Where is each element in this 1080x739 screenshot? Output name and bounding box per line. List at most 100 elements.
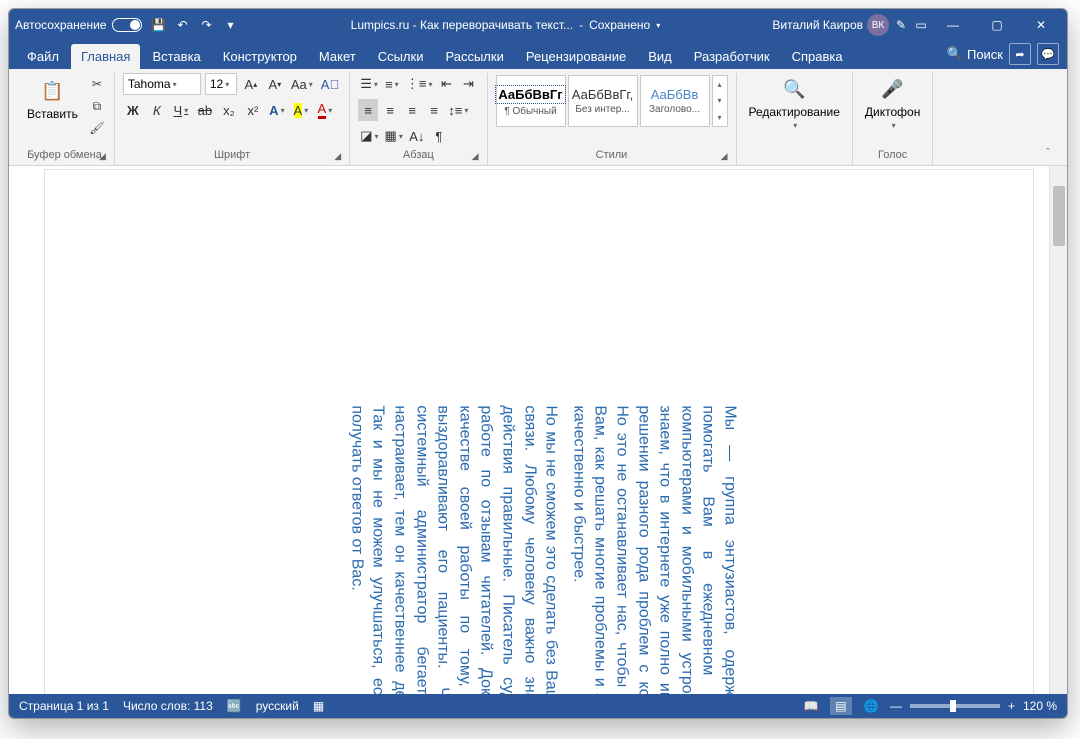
- font-color-button[interactable]: A▾: [315, 99, 335, 121]
- font-size-select[interactable]: 12▾: [205, 73, 237, 95]
- undo-icon[interactable]: ↶: [174, 17, 190, 33]
- line-spacing-button[interactable]: ↕≡▾: [446, 99, 470, 121]
- user-avatar[interactable]: ВК: [867, 14, 889, 36]
- align-center-button[interactable]: ≡: [380, 99, 400, 121]
- multilevel-button[interactable]: ⋮≡▾: [404, 73, 435, 95]
- copy-button[interactable]: ⧉: [88, 97, 106, 115]
- ribbon: 📋 Вставить ✂ ⧉ 🖌 Буфер обмена◢ Tahoma▾ 1…: [9, 69, 1067, 166]
- clear-format-button[interactable]: A⃠: [319, 73, 341, 95]
- highlight-button[interactable]: A▾: [291, 99, 311, 121]
- increase-indent-button[interactable]: ⇥: [459, 73, 479, 95]
- macro-icon[interactable]: ▦: [313, 699, 324, 713]
- italic-button[interactable]: К: [147, 99, 167, 121]
- underline-button[interactable]: Ч▾: [171, 99, 191, 121]
- scrollbar-thumb[interactable]: [1053, 186, 1065, 246]
- tab-developer[interactable]: Разработчик: [684, 44, 780, 69]
- ribbon-display-icon[interactable]: ▭: [913, 17, 929, 33]
- clipboard-launcher[interactable]: ◢: [99, 151, 106, 162]
- saved-status[interactable]: Сохранено: [589, 18, 650, 32]
- close-button[interactable]: ✕: [1021, 9, 1061, 41]
- paste-button[interactable]: 📋 Вставить: [23, 75, 82, 123]
- title-bar: Автосохранение 💾 ↶ ↷ ▾ Lumpics.ru - Как …: [9, 9, 1067, 41]
- editing-button[interactable]: 🔍 Редактирование ▾: [745, 73, 844, 132]
- superscript-button[interactable]: x²: [243, 99, 263, 121]
- show-marks-button[interactable]: ¶: [429, 125, 449, 147]
- minimize-button[interactable]: —: [933, 9, 973, 41]
- group-editing: 🔍 Редактирование ▾: [737, 73, 853, 165]
- style-no-spacing[interactable]: АаБбВвГг, Без интер...: [568, 75, 638, 127]
- drawing-icon[interactable]: ✎: [893, 17, 909, 33]
- borders-button[interactable]: ▦▾: [383, 125, 405, 147]
- group-clipboard: 📋 Вставить ✂ ⧉ 🖌 Буфер обмена◢: [15, 73, 115, 165]
- collapse-ribbon-button[interactable]: ˆ: [1035, 147, 1061, 159]
- tab-mailings[interactable]: Рассылки: [435, 44, 513, 69]
- strike-button[interactable]: ab: [195, 99, 215, 121]
- qat-customize-icon[interactable]: ▾: [222, 17, 238, 33]
- sort-button[interactable]: A↓: [407, 125, 427, 147]
- language-indicator[interactable]: русский: [256, 699, 299, 713]
- tab-view[interactable]: Вид: [638, 44, 682, 69]
- grow-font-button[interactable]: A▴: [241, 73, 261, 95]
- saved-dropdown-icon[interactable]: ▾: [656, 21, 660, 30]
- share-button[interactable]: ➦: [1009, 43, 1031, 65]
- comments-button[interactable]: 💬: [1037, 43, 1059, 65]
- shading-button[interactable]: ◪▾: [358, 125, 380, 147]
- user-name[interactable]: Виталий Каиров: [772, 18, 863, 32]
- document-area[interactable]: Мы — группа энтузиастов, одержимых идеей…: [9, 166, 1067, 694]
- styles-more-button[interactable]: ▴▾▾: [712, 75, 728, 127]
- paragraph-launcher[interactable]: ◢: [472, 151, 479, 162]
- zoom-slider[interactable]: [910, 704, 1000, 708]
- bold-button[interactable]: Ж: [123, 99, 143, 121]
- tab-insert[interactable]: Вставка: [142, 44, 210, 69]
- group-voice: 🎤 Диктофон ▾ Голос: [853, 73, 933, 165]
- search-button[interactable]: 🔍 Поиск: [947, 46, 1003, 62]
- tab-references[interactable]: Ссылки: [368, 44, 434, 69]
- tab-layout[interactable]: Макет: [309, 44, 366, 69]
- format-painter-button[interactable]: 🖌: [88, 119, 106, 137]
- numbering-button[interactable]: ≡▾: [382, 73, 402, 95]
- tab-file[interactable]: Файл: [17, 44, 69, 69]
- decrease-indent-button[interactable]: ⇤: [437, 73, 457, 95]
- vertical-scrollbar[interactable]: [1049, 166, 1067, 694]
- maximize-button[interactable]: ▢: [977, 9, 1017, 41]
- tab-help[interactable]: Справка: [782, 44, 853, 69]
- style-normal[interactable]: АаБбВвГг ¶ Обычный: [496, 75, 566, 127]
- rotated-text-box[interactable]: Мы — группа энтузиастов, одержимых идеей…: [340, 405, 741, 694]
- paragraph-2[interactable]: Но мы не сможем это сделать без Вашей об…: [346, 405, 562, 694]
- word-count[interactable]: Число слов: 113: [123, 699, 213, 713]
- shrink-font-button[interactable]: A▾: [265, 73, 285, 95]
- group-paragraph: ☰▾ ≡▾ ⋮≡▾ ⇤ ⇥ ≡ ≡ ≡ ≡ ↕≡▾ ◪▾ ▦▾ A↓: [350, 73, 487, 165]
- style-heading1[interactable]: АаБбВв Заголово...: [640, 75, 710, 127]
- font-name-select[interactable]: Tahoma▾: [123, 73, 201, 95]
- change-case-button[interactable]: Aa▾: [289, 73, 315, 95]
- web-layout-button[interactable]: 🌐: [860, 697, 882, 715]
- align-right-button[interactable]: ≡: [402, 99, 422, 121]
- zoom-in-button[interactable]: +: [1008, 699, 1015, 713]
- page-indicator[interactable]: Страница 1 из 1: [19, 699, 109, 713]
- autosave-toggle[interactable]: [112, 18, 142, 32]
- proofing-icon[interactable]: 🔤: [227, 699, 242, 713]
- cut-button[interactable]: ✂: [88, 75, 106, 93]
- align-left-button[interactable]: ≡: [358, 99, 378, 121]
- zoom-out-button[interactable]: —: [890, 699, 902, 713]
- text-effects-button[interactable]: A▾: [267, 99, 287, 121]
- tab-home[interactable]: Главная: [71, 44, 140, 69]
- styles-launcher[interactable]: ◢: [721, 151, 728, 162]
- tab-review[interactable]: Рецензирование: [516, 44, 636, 69]
- zoom-level[interactable]: 120 %: [1023, 699, 1057, 713]
- subscript-button[interactable]: x₂: [219, 99, 239, 121]
- bullets-button[interactable]: ☰▾: [358, 73, 380, 95]
- justify-button[interactable]: ≡: [424, 99, 444, 121]
- print-layout-button[interactable]: ▤: [830, 697, 852, 715]
- document-title: Lumpics.ru - Как переворачивать текст...: [351, 18, 573, 32]
- status-bar: Страница 1 из 1 Число слов: 113 🔤 русски…: [9, 694, 1067, 718]
- tab-design[interactable]: Конструктор: [213, 44, 307, 69]
- dictate-button[interactable]: 🎤 Диктофон ▾: [861, 73, 924, 132]
- read-mode-button[interactable]: 📖: [800, 697, 822, 715]
- font-launcher[interactable]: ◢: [334, 151, 341, 162]
- paste-icon: 📋: [38, 77, 66, 105]
- paragraph-1[interactable]: Мы — группа энтузиастов, одержимых идеей…: [568, 405, 741, 694]
- redo-icon[interactable]: ↷: [198, 17, 214, 33]
- page[interactable]: Мы — группа энтузиастов, одержимых идеей…: [45, 170, 1033, 694]
- save-icon[interactable]: 💾: [150, 17, 166, 33]
